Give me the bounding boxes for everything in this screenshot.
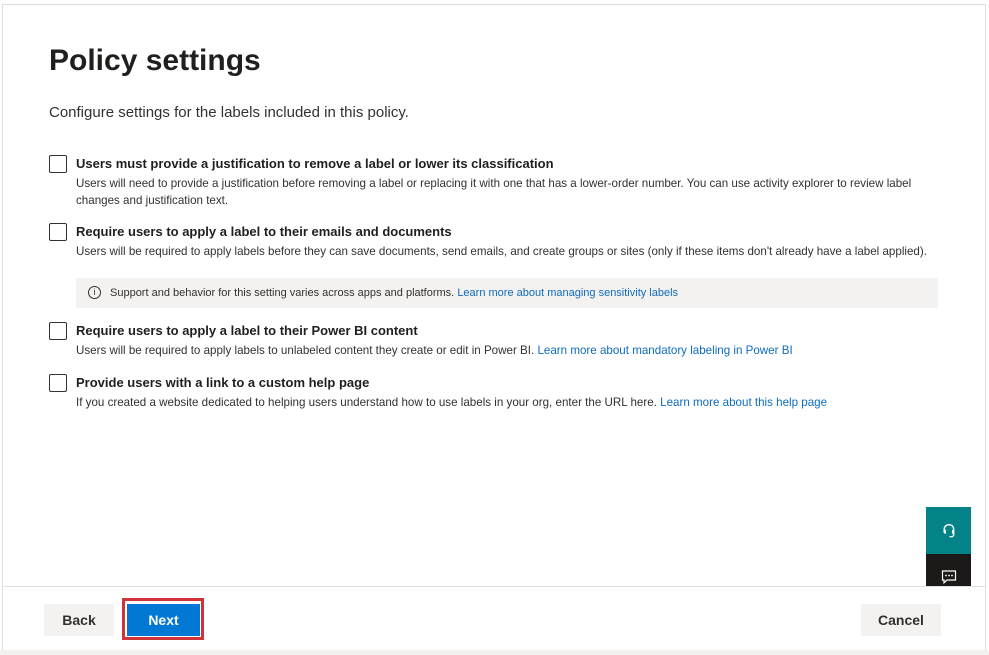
option-description: Users will need to provide a justificati… xyxy=(76,177,912,207)
headset-icon xyxy=(943,523,954,537)
info-icon: i xyxy=(88,286,101,299)
page-subtitle: Configure settings for the labels includ… xyxy=(49,104,409,121)
learn-more-sensitivity-labels-link[interactable]: Learn more about managing sensitivity la… xyxy=(457,287,678,299)
option-label: Require users to apply a label to their … xyxy=(76,224,452,239)
next-button[interactable]: Next xyxy=(127,604,200,636)
info-message-bar: i Support and behavior for this setting … xyxy=(76,278,938,308)
custom-help-page-checkbox[interactable] xyxy=(49,374,67,392)
justification-checkbox[interactable] xyxy=(49,155,67,173)
option-description-text: If you created a website dedicated to he… xyxy=(76,396,657,409)
learn-more-help-page-link[interactable]: Learn more about this help page xyxy=(660,396,827,409)
bottom-divider xyxy=(0,650,989,655)
power-bi-checkbox[interactable] xyxy=(49,322,67,340)
info-message: Support and behavior for this setting va… xyxy=(110,287,678,299)
option-description: If you created a website dedicated to he… xyxy=(76,395,936,412)
option-label: Require users to apply a label to their … xyxy=(76,323,418,338)
option-description-text: Users will be required to apply labels t… xyxy=(76,344,535,357)
feedback-icon xyxy=(941,570,956,585)
option-label: Provide users with a link to a custom he… xyxy=(76,375,370,390)
learn-more-power-bi-link[interactable]: Learn more about mandatory labeling in P… xyxy=(537,344,792,357)
wizard-content: Policy settings Configure settings for t… xyxy=(0,0,989,586)
option-description: Users will be required to apply labels b… xyxy=(76,245,927,258)
info-message-text: Support and behavior for this setting va… xyxy=(110,287,455,299)
back-button[interactable]: Back xyxy=(44,604,114,636)
help-button[interactable] xyxy=(926,507,971,554)
page-title: Policy settings xyxy=(49,44,261,77)
cancel-button[interactable]: Cancel xyxy=(861,604,941,636)
option-label: Users must provide a justification to re… xyxy=(76,156,554,171)
option-description: Users will be required to apply labels t… xyxy=(76,343,936,360)
mandatory-labeling-checkbox[interactable] xyxy=(49,223,67,241)
